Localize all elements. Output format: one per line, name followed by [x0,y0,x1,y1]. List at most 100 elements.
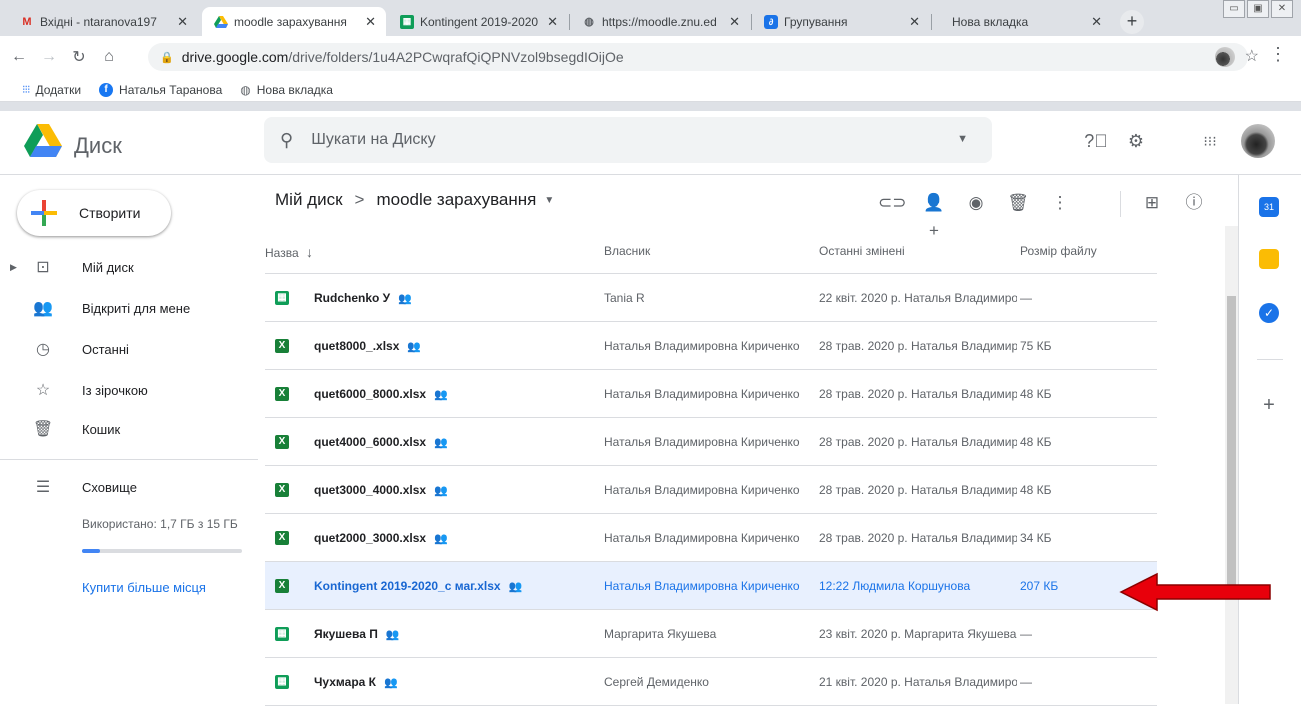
close-window-button[interactable]: ✕ [1271,0,1293,18]
browser-profile-avatar[interactable] [1215,47,1235,67]
get-link-icon[interactable]: ⊂⊃ [878,189,907,217]
tasks-icon[interactable]: ✓ [1259,303,1279,323]
keep-icon[interactable] [1259,249,1279,269]
scrollbar-thumb[interactable] [1227,296,1236,586]
bookmark-facebook[interactable]: f Наталья Таранова [99,82,222,97]
bookmark-apps[interactable]: ⁝⁝⁝ Додатки [22,83,81,97]
column-owner[interactable]: Власник [604,244,650,258]
close-tab-icon[interactable]: ✕ [365,14,376,30]
settings-gear-icon[interactable]: ⚙ [1122,127,1150,155]
search-options-dropdown-icon[interactable]: ▼ [957,133,968,145]
file-row[interactable]: X Kontingent 2019-2020_с маг.xlsx 👥 Наталья… [265,562,1157,610]
more-actions-icon[interactable]: ⋮ [1046,189,1074,217]
close-tab-icon[interactable]: ✕ [729,14,740,30]
new-tab-button[interactable]: + [1120,10,1144,34]
drive-logo-icon[interactable] [24,124,62,158]
file-name: Чухмара К 👥 [314,675,398,689]
side-panel-divider [1257,359,1283,360]
breadcrumb: Мій диск > moodle зарахування ▼ [275,190,554,210]
preview-eye-icon[interactable]: ◉ [962,189,990,217]
sidebar-item-my-drive[interactable]: ▶ ⊡ Мій диск [0,251,258,283]
column-size[interactable]: Розмір файлу [1020,244,1097,258]
file-row[interactable]: Xquet8000_.xlsx 👥 Наталья Владимировна Кир… [265,322,1157,370]
minimize-button[interactable]: ▭ [1223,0,1245,18]
tab-moodle[interactable]: ◍ https://moodle.znu.ed ✕ [570,7,750,36]
sidebar-item-storage[interactable]: ☰ Сховище [0,471,258,503]
gmail-icon: M [22,15,32,28]
file-size: — [1020,675,1032,689]
file-name: Kontingent 2019-2020_с маг.xlsx 👥 [314,579,523,593]
tab-new[interactable]: Нова вкладка ✕ [932,7,1112,36]
bookmarks-bar: ⁝⁝⁝ Додатки f Наталья Таранова ◍ Нова вк… [0,78,1301,102]
restore-button[interactable]: ▣ [1247,0,1269,18]
home-icon[interactable]: ⌂ [98,48,120,66]
expand-caret-icon[interactable]: ▶ [10,262,17,273]
close-tab-icon[interactable]: ✕ [547,14,558,30]
file-modified: 21 квіт. 2020 р. Наталья Владимировна [819,675,1017,689]
file-row[interactable]: Xquet4000_6000.xlsx 👥 Наталья Владимировна… [265,418,1157,466]
details-info-icon[interactable]: ⓘ [1180,189,1208,217]
close-tab-icon[interactable]: ✕ [1091,14,1102,30]
file-owner: Сергей Демиденко [604,675,709,689]
file-row[interactable]: Xquet3000_4000.xlsx 👥 Наталья Владимировна… [265,466,1157,514]
bookmark-new-tab[interactable]: ◍ Нова вкладка [240,83,333,97]
account-avatar[interactable] [1241,124,1275,158]
google-sheets-icon: ▦ [275,627,289,641]
file-size: 207 КБ [1020,579,1059,593]
add-addon-icon[interactable]: + [1259,395,1279,415]
facebook-icon: f [99,82,114,97]
url-field[interactable]: 🔒 drive.google.com/drive/folders/1u4A2PC… [148,43,1248,71]
delete-trash-icon[interactable]: 🗑 [1004,189,1032,217]
sort-arrow-icon[interactable]: ↓ [306,244,313,260]
globe-icon: ◍ [584,16,594,28]
sidebar-item-recent[interactable]: ◷ Останні [0,333,258,365]
file-row[interactable]: ▦ Rudchenko У 👥 Tania R 22 квіт. 2020 р. Нат… [265,274,1157,322]
buy-storage-link[interactable]: Купити більше місця [82,580,206,595]
file-row[interactable]: ▦ Якушева П 👥 Маргарита Якушева 23 квіт. 202… [265,610,1157,658]
forward-icon[interactable]: → [38,48,60,66]
calendar-icon[interactable]: 31 [1259,197,1279,217]
sidebar-item-starred[interactable]: ☆ Із зірочкою [0,374,258,406]
file-name: quet2000_3000.xlsx 👥 [314,531,448,545]
file-modified: 12:22 Людмила Коршунова [819,579,971,593]
file-row[interactable]: Xquet6000_8000.xlsx 👥 Наталья Владимировна… [265,370,1157,418]
bookmark-star-icon[interactable]: ☆ [1245,46,1259,66]
file-size: 48 КБ [1020,483,1052,497]
star-icon: ☆ [35,382,51,399]
close-tab-icon[interactable]: ✕ [177,14,188,30]
share-icon[interactable]: 👤+ [920,189,948,240]
address-bar-row: ← → ↻ ⌂ 🔒 drive.google.com/drive/folders… [0,36,1301,78]
grid-view-icon[interactable]: ⊞ [1138,189,1166,217]
tab-gmail[interactable]: M Вхідні - ntaranova197 ✕ [8,7,198,36]
close-tab-icon[interactable]: ✕ [909,14,920,30]
excel-file-icon: X [275,531,289,545]
tab-drive[interactable]: moodle зарахування ✕ [202,7,386,36]
folder-dropdown-icon[interactable]: ▼ [544,195,554,206]
search-icon[interactable]: ⚲ [280,130,293,151]
storage-bar-fill [82,549,101,553]
side-panel: 31 ✓ + [1238,175,1301,704]
breadcrumb-folder[interactable]: moodle зарахування [376,190,536,210]
back-icon[interactable]: ← [8,48,30,66]
file-owner: Наталья Владимировна Кириченко [604,339,800,353]
reload-icon[interactable]: ↻ [68,47,90,67]
drive-brand[interactable]: Диск [74,133,122,159]
google-apps-icon[interactable]: ⁝⁝⁝ [1196,127,1224,155]
create-button[interactable]: Створити [17,190,171,236]
drive-search-input[interactable]: ⚲ Шукати на Диску ▼ [264,117,992,163]
sidebar-item-trash[interactable]: 🗑 Кошик [0,413,258,445]
file-row[interactable]: Xquet2000_3000.xlsx 👥 Наталья Владимировна… [265,514,1157,562]
sidebar-item-shared[interactable]: 👥 Відкриті для мене [0,292,258,324]
column-name[interactable]: Назва ↓ [265,244,313,260]
file-row[interactable]: ▦ Чухмара К 👥 Сергей Демиденко 21 квіт. 2020… [265,658,1157,706]
breadcrumb-root[interactable]: Мій диск [275,190,343,210]
storage-usage-text: Використано: 1,7 ГБ з 15 ГБ [82,517,238,531]
column-modified[interactable]: Останні змінені [819,244,905,258]
tab-sheets[interactable]: ▦ Kontingent 2019-2020 ✕ [388,7,568,36]
help-icon[interactable]: ?⃝ [1082,127,1110,155]
file-name: quet6000_8000.xlsx 👥 [314,387,448,401]
browser-menu-icon[interactable]: ⋮ [1269,44,1287,65]
file-modified: 28 трав. 2020 р. Наталья Владимировна [819,435,1017,449]
lock-icon: 🔒 [160,51,174,64]
tab-grouping[interactable]: ∂ Групування ✕ [752,7,930,36]
